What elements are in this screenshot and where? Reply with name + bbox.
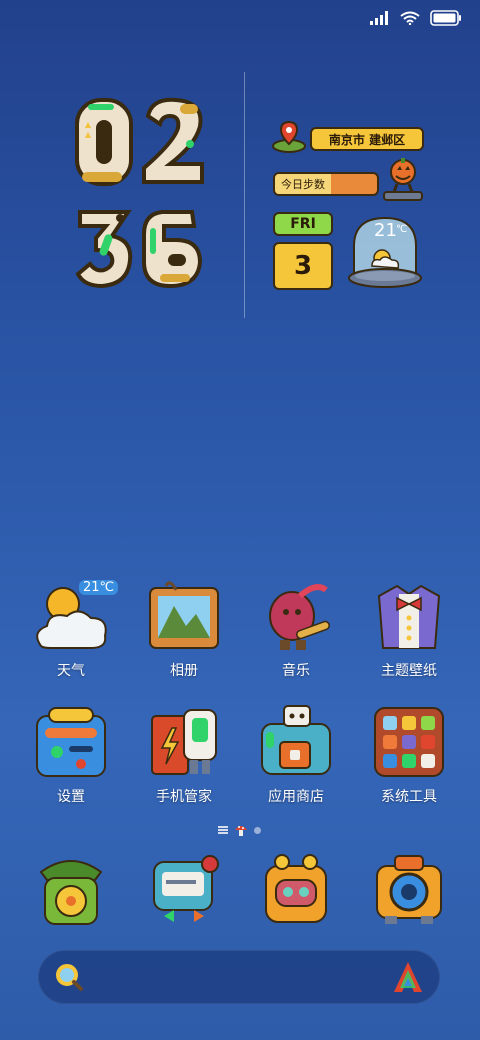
- location-pin-icon: [272, 120, 306, 153]
- weekday-label: FRI: [290, 216, 316, 232]
- app-app-store[interactable]: 应用商店: [241, 702, 351, 806]
- assistant-icon[interactable]: [392, 960, 424, 994]
- phone-icon: [31, 850, 111, 930]
- app-store-icon: [256, 702, 336, 782]
- app-label: 相册: [170, 663, 198, 679]
- clock-widget[interactable]: 02 36: [72, 94, 212, 294]
- app-label: 设置: [57, 789, 85, 805]
- app-music[interactable]: 音乐: [241, 576, 351, 680]
- search-icon[interactable]: [54, 962, 84, 992]
- app-weather[interactable]: 21℃ 天气: [16, 576, 126, 680]
- app-label: 天气: [57, 663, 85, 679]
- app-security[interactable]: 手机管家: [129, 702, 239, 806]
- weather-temp: 21: [374, 220, 397, 241]
- dock-phone[interactable]: [16, 850, 126, 930]
- clock-digits: [75, 97, 204, 289]
- app-label: 音乐: [282, 663, 310, 679]
- weather-icon: 21℃: [31, 576, 119, 656]
- steps-chip[interactable]: 今日步数: [273, 172, 379, 196]
- contacts-icon: [256, 850, 336, 930]
- music-icon: [256, 576, 336, 656]
- dock-contacts[interactable]: [241, 850, 351, 930]
- page-dot: [254, 826, 261, 834]
- pumpkin-runner-icon: [383, 158, 423, 201]
- app-settings[interactable]: 设置: [16, 702, 126, 806]
- themes-icon: [369, 576, 449, 656]
- app-label: 主题壁纸: [381, 663, 437, 679]
- system-tools-icon: [369, 702, 449, 782]
- wifi-icon: [400, 11, 420, 25]
- search-bar[interactable]: [38, 950, 440, 1004]
- app-themes[interactable]: 主题壁纸: [354, 576, 464, 680]
- app-label: 系统工具: [381, 789, 437, 805]
- camera-icon: [369, 850, 449, 930]
- location-chip[interactable]: 南京市 建邺区: [310, 127, 424, 151]
- page-indicator[interactable]: [218, 823, 261, 837]
- weather-widget[interactable]: 21 ℃: [346, 212, 424, 292]
- list-page-icon: [218, 826, 228, 834]
- app-gallery[interactable]: 相册: [129, 576, 239, 680]
- weather-app-temp: 21℃: [79, 580, 119, 595]
- day-label: 3: [293, 251, 313, 281]
- steps-label: 今日步数: [275, 174, 331, 194]
- status-bar: [370, 10, 462, 26]
- mushroom-page-icon: [235, 826, 247, 836]
- settings-icon: [31, 702, 111, 782]
- messages-icon: [144, 850, 224, 930]
- weather-unit: ℃: [396, 224, 408, 235]
- gallery-icon: [144, 576, 224, 656]
- security-icon: [144, 702, 224, 782]
- location-label: 南京市 建邺区: [328, 132, 406, 147]
- app-label: 应用商店: [268, 789, 324, 805]
- dock-camera[interactable]: [354, 850, 464, 930]
- dock-messages[interactable]: [129, 850, 239, 930]
- day-badge: 3: [273, 242, 333, 290]
- weekday-badge: FRI: [273, 212, 333, 236]
- widget-divider: [244, 72, 245, 318]
- app-label: 手机管家: [156, 789, 212, 805]
- battery-icon: [430, 10, 461, 26]
- app-system-tools[interactable]: 系统工具: [354, 702, 464, 806]
- signal-icon: [370, 11, 388, 25]
- date-widget[interactable]: FRI 3: [273, 212, 333, 290]
